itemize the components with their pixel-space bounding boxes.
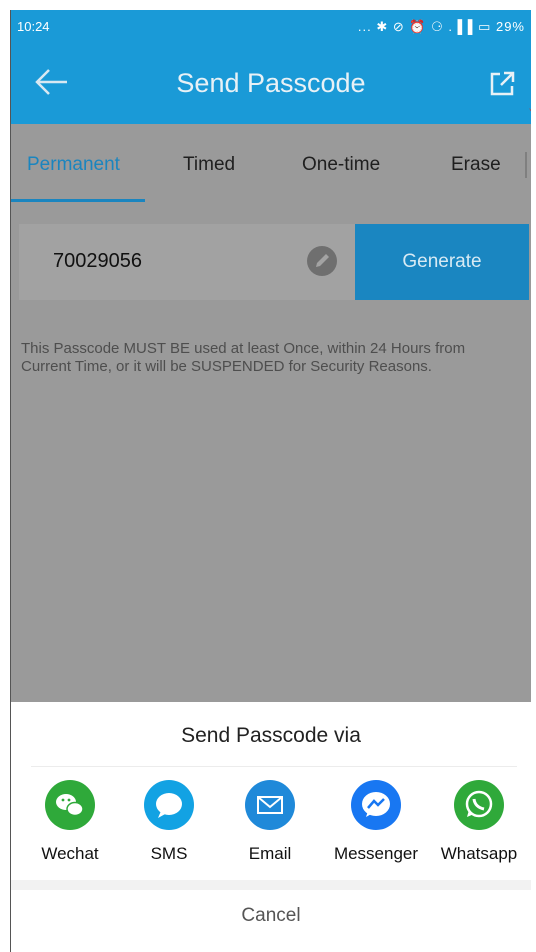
tab-erase[interactable]: Erase (451, 154, 501, 176)
wechat-icon (45, 780, 95, 830)
share-sheet-divider (31, 766, 517, 767)
cancel-divider (11, 880, 531, 890)
status-time: 10:24 (17, 19, 50, 34)
passcode-notice: This Passcode MUST BE used at least Once… (21, 340, 466, 375)
app-screen: 10:24 ... ✱ ⊘ ⏰ ⚆ .▐▐ ▭ 29% Send Passcod… (10, 10, 531, 952)
share-option-whatsapp[interactable]: Whatsapp (429, 780, 529, 864)
tab-bar: Permanent Timed One-time Erase (11, 124, 531, 202)
email-icon (245, 780, 295, 830)
share-option-label: Whatsapp (440, 844, 518, 863)
active-tab-indicator (11, 199, 145, 202)
tab-divider (525, 152, 527, 178)
share-option-label: SMS (150, 844, 188, 863)
share-option-label: Wechat (41, 844, 99, 863)
generate-button[interactable]: Generate (355, 224, 529, 300)
pencil-icon (316, 254, 329, 267)
page-title: Send Passcode (176, 68, 366, 98)
sms-icon (144, 780, 194, 830)
share-option-label: Email (248, 844, 292, 863)
tab-permanent[interactable]: Permanent (27, 154, 120, 176)
edit-passcode-button[interactable] (307, 246, 337, 276)
whatsapp-icon (454, 780, 504, 830)
passcode-value: 70029056 (53, 250, 142, 272)
tab-timed[interactable]: Timed (183, 154, 235, 176)
share-option-label: Messenger (333, 844, 419, 863)
status-bar: 10:24 ... ✱ ⊘ ⏰ ⚆ .▐▐ ▭ 29% (11, 10, 531, 42)
share-sheet: Send Passcode via Wechat SMS Email Messe… (11, 702, 531, 952)
status-indicators: ... ✱ ⊘ ⏰ ⚆ .▐▐ ▭ 29% (357, 19, 525, 34)
external-share-icon[interactable] (487, 69, 517, 99)
share-option-sms[interactable]: SMS (119, 780, 219, 864)
share-sheet-title: Send Passcode via (181, 724, 361, 747)
share-option-email[interactable]: Email (220, 780, 320, 864)
cancel-button[interactable]: Cancel (11, 905, 531, 927)
app-bar: Send Passcode (11, 42, 531, 124)
messenger-icon (351, 780, 401, 830)
tab-one-time[interactable]: One-time (302, 154, 380, 176)
passcode-row: 70029056 Generate (19, 224, 529, 300)
share-option-messenger[interactable]: Messenger (326, 780, 426, 864)
share-option-wechat[interactable]: Wechat (20, 780, 120, 864)
